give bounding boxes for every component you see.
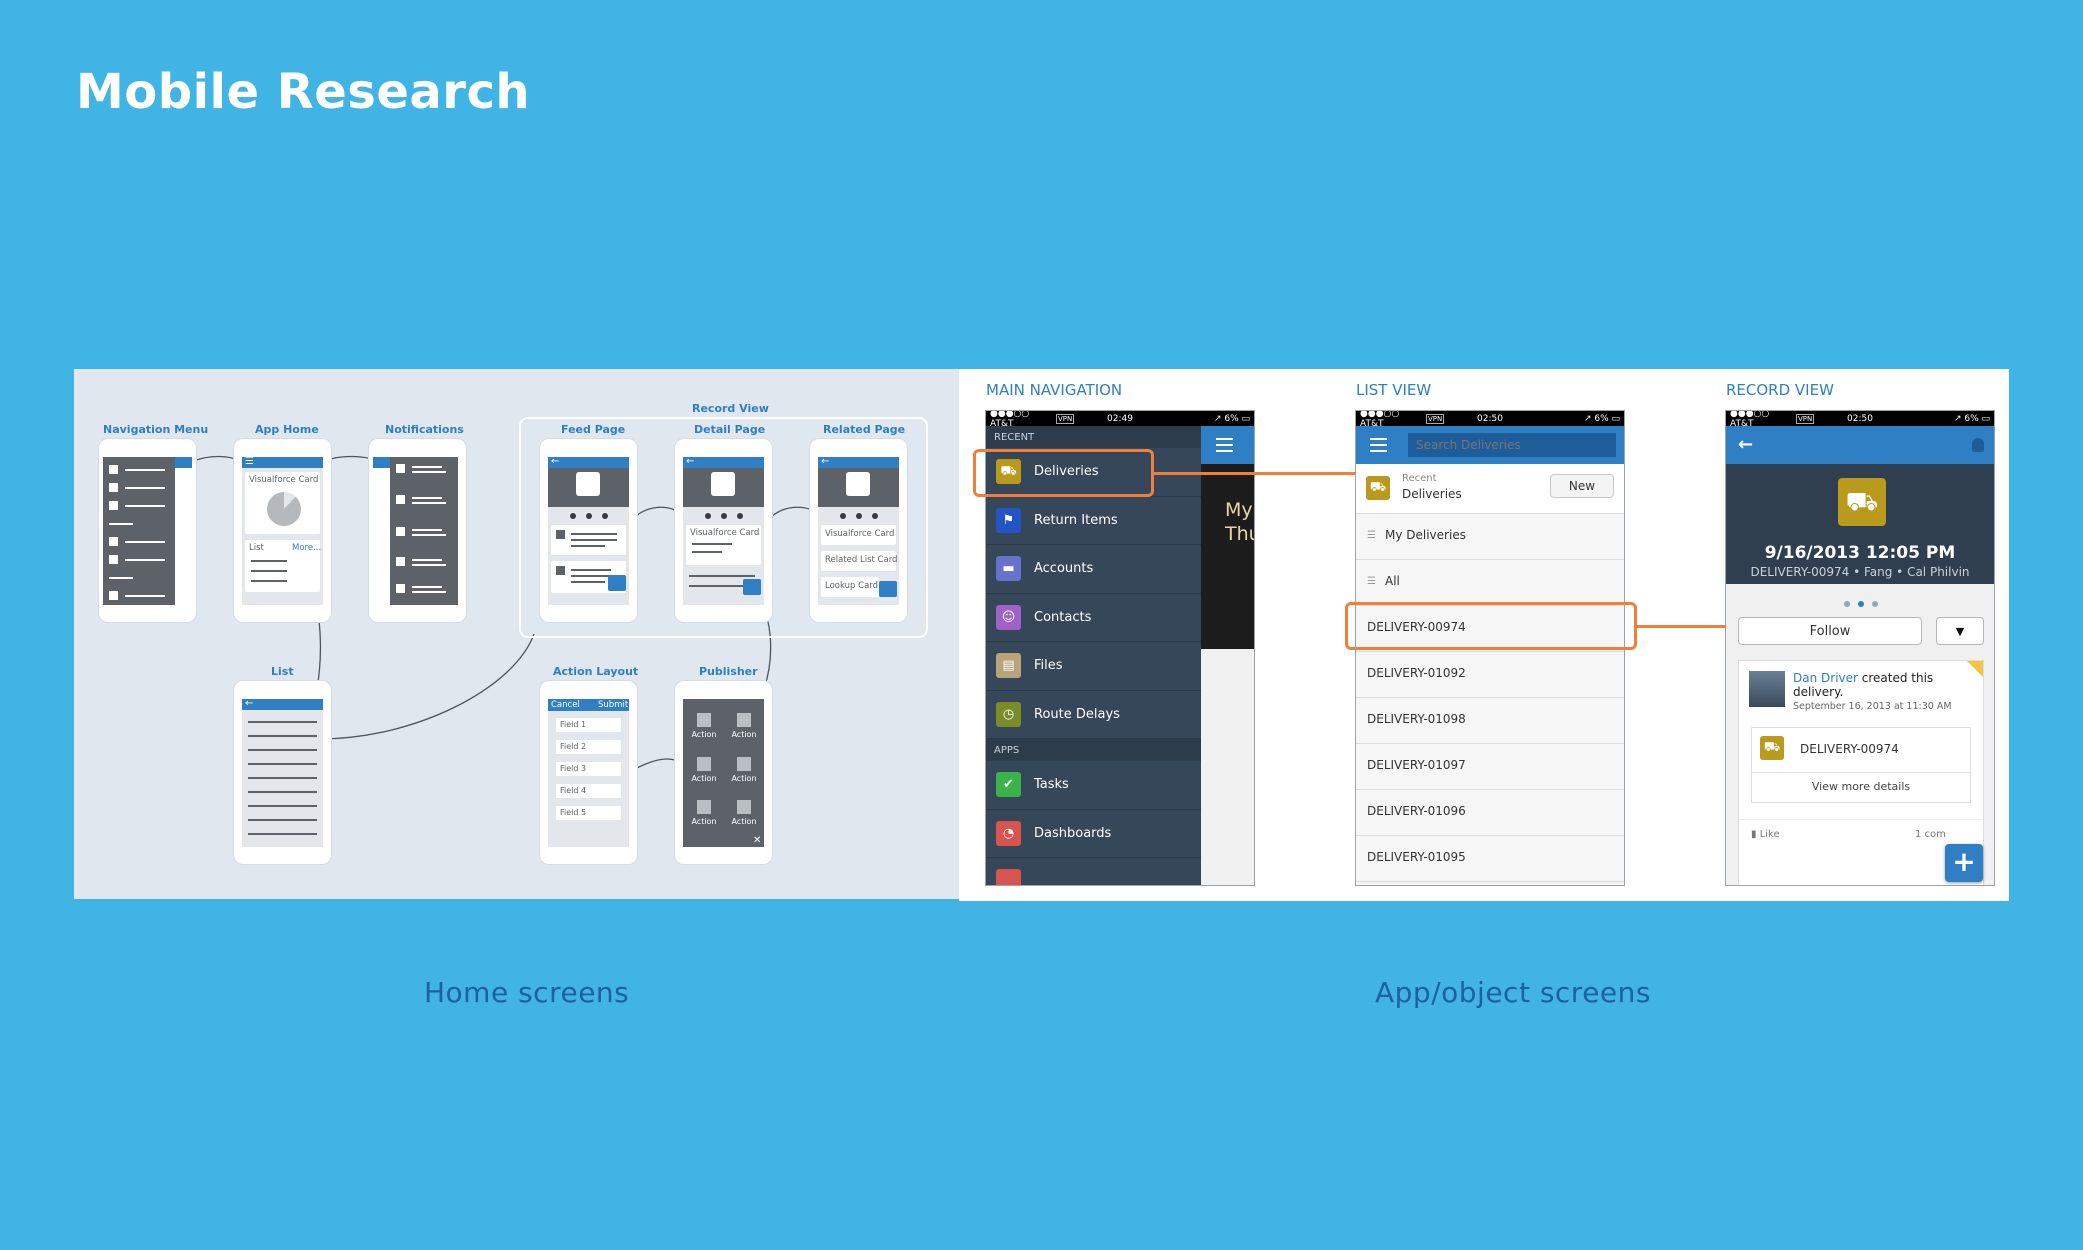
nav-item-dashboards[interactable]: ◔ Dashboards (986, 810, 1201, 858)
caption-home-screens: Home screens (424, 976, 630, 1009)
contact-icon: ☺ (996, 604, 1021, 630)
record-hero: ⛟ 9/16/2013 12:05 PM DELIVERY-00974 • Fa… (1726, 464, 1994, 584)
wireframe-navigation-menu (99, 439, 196, 622)
flag-icon: ⚑ (996, 507, 1021, 533)
label-publisher: Publisher (699, 665, 758, 678)
actions-dropdown-button[interactable]: ▼ (1936, 617, 1984, 645)
phone-record-view: ●●●○○ AT&T VPN 02:50 ↗ 6% ▭ ← ⛟ 9/16/201… (1725, 410, 1995, 886)
nav-item-accounts[interactable]: ▬ Accounts (986, 545, 1201, 594)
list-item[interactable]: DELIVERY-01096 (1356, 790, 1624, 836)
page-dot[interactable] (1844, 601, 1850, 607)
truck-icon: ⛟ (1838, 478, 1886, 526)
label-record-view-screen: RECORD VIEW (1726, 381, 1834, 399)
page-title: Mobile Research (76, 64, 531, 120)
wireframe-notifications (369, 439, 466, 622)
wireframe-action-layout: Cancel Submit Field 1 Field 2 Field 3 Fi… (540, 681, 637, 864)
file-icon: ▤ (996, 653, 1021, 679)
publisher-plus-button[interactable]: + (1945, 844, 1983, 882)
partial-icon (996, 869, 1021, 885)
connector-line (1153, 472, 1356, 475)
background-text: My Thu (1225, 499, 1254, 545)
wireframe-list: ← (234, 681, 331, 864)
stopwatch-icon: ◷ (996, 701, 1021, 727)
label-action-layout: Action Layout (553, 665, 639, 678)
label-app-home: App Home (255, 423, 319, 436)
status-bar: ●●●○○ AT&T VPN 02:50 ↗ 6% ▭ (1726, 411, 1994, 429)
label-list: List (271, 665, 294, 678)
new-button[interactable]: New (1550, 474, 1614, 498)
label-notifications: Notifications (385, 423, 464, 436)
pie-chart-icon (267, 492, 301, 526)
truck-icon: ⛟ (1366, 476, 1390, 500)
thumbs-up-icon: ▮ (1751, 829, 1760, 840)
list-header (1356, 426, 1624, 464)
related-record-card[interactable]: ⛟ DELIVERY-00974 View more details (1751, 727, 1971, 803)
label-detail-page: Detail Page (694, 423, 766, 436)
avatar[interactable] (1749, 671, 1785, 707)
label-related-page: Related Page (823, 423, 906, 436)
like-button[interactable]: ▮ Like (1751, 829, 1780, 840)
app-screens-panel: MAIN NAVIGATION LIST VIEW RECORD VIEW ●●… (959, 369, 2009, 901)
close-icon: ✕ (753, 835, 762, 846)
notification-bell-icon[interactable] (1972, 438, 1984, 452)
list-item[interactable]: DELIVERY-01097 (1356, 744, 1624, 790)
feed-timestamp: September 16, 2013 at 11:30 AM (1793, 701, 1952, 712)
nav-item-files[interactable]: ▤ Files (986, 642, 1201, 691)
connector-line (1636, 625, 1726, 628)
list-item[interactable]: DELIVERY-01098 (1356, 698, 1624, 744)
list-icon: ☰ (1367, 576, 1376, 587)
gauge-icon: ◔ (996, 820, 1021, 846)
truck-icon: ⛟ (1760, 736, 1784, 760)
label-record-view: Record View (692, 402, 769, 415)
nav-section-apps: APPS (986, 739, 1201, 761)
nav-item-route-delays[interactable]: ◷ Route Delays (986, 691, 1201, 739)
label-list-view: LIST VIEW (1356, 381, 1432, 399)
wireframe-panel: Navigation Menu App Home Notifications R… (74, 369, 960, 899)
wireframe-detail-page: ← Visualforce Card (675, 439, 772, 622)
status-bar: ●●●○○ AT&T VPN 02:49 ↗ 6% ▭ (986, 411, 1254, 429)
feed-author-link[interactable]: Dan Driver (1793, 671, 1858, 685)
list-item[interactable]: DELIVERY-01092 (1356, 652, 1624, 698)
caption-app-object-screens: App/object screens (1375, 976, 1651, 1009)
folder-icon: ▬ (996, 556, 1021, 582)
view-more-details-link[interactable]: View more details (1752, 780, 1970, 793)
page-dot[interactable] (1872, 601, 1878, 607)
follow-button[interactable]: Follow (1738, 617, 1922, 645)
page-dot-active[interactable] (1858, 601, 1864, 607)
list-item[interactable]: DELIVERY-01095 (1356, 836, 1624, 882)
back-arrow-icon[interactable]: ← (1738, 434, 1753, 455)
label-main-navigation: MAIN NAVIGATION (986, 381, 1123, 399)
app-background: My Thu (1201, 426, 1254, 885)
label-navigation-menu: Navigation Menu (103, 423, 209, 436)
record-subtitle: DELIVERY-00974 • Fang • Cal Philvin (1750, 565, 1970, 579)
filter-all[interactable]: ☰ All (1356, 560, 1624, 606)
feed-text: Dan Driver created this delivery. (1793, 671, 1934, 699)
recent-deliveries-row[interactable]: ⛟ Recent Deliveries New (1356, 464, 1624, 514)
nav-section-recent: RECENT (986, 426, 1201, 448)
wireframe-feed-page: ← (540, 439, 637, 622)
label-feed-page: Feed Page (561, 423, 626, 436)
list-icon: ☰ (1367, 530, 1376, 541)
check-icon: ✔ (996, 772, 1021, 798)
nav-item-tasks[interactable]: ✔ Tasks (986, 761, 1201, 810)
record-title: 9/16/2013 12:05 PM (1764, 543, 1956, 563)
status-bar: ●●●○○ AT&T VPN 02:50 ↗ 6% ▭ (1356, 411, 1624, 429)
highlight-delivery-record (1345, 602, 1637, 650)
filter-my-deliveries[interactable]: ☰ My Deliveries (1356, 514, 1624, 560)
search-input[interactable] (1408, 433, 1616, 457)
comment-count[interactable]: 1 com (1915, 829, 1946, 840)
nav-item-return-items[interactable]: ⚑ Return Items (986, 497, 1201, 545)
nav-item-contacts[interactable]: ☺ Contacts (986, 594, 1201, 642)
wireframe-publisher: Action Action Action Action Action Actio… (675, 681, 772, 864)
highlight-deliveries (973, 449, 1154, 497)
wireframe-app-home: ☰ Visualforce Card List More... (234, 439, 331, 622)
wireframe-related-page: ← Visualforce Card Related List Card Loo… (810, 439, 907, 622)
nav-item-partial (986, 858, 1201, 885)
record-header: ← (1726, 426, 1994, 464)
